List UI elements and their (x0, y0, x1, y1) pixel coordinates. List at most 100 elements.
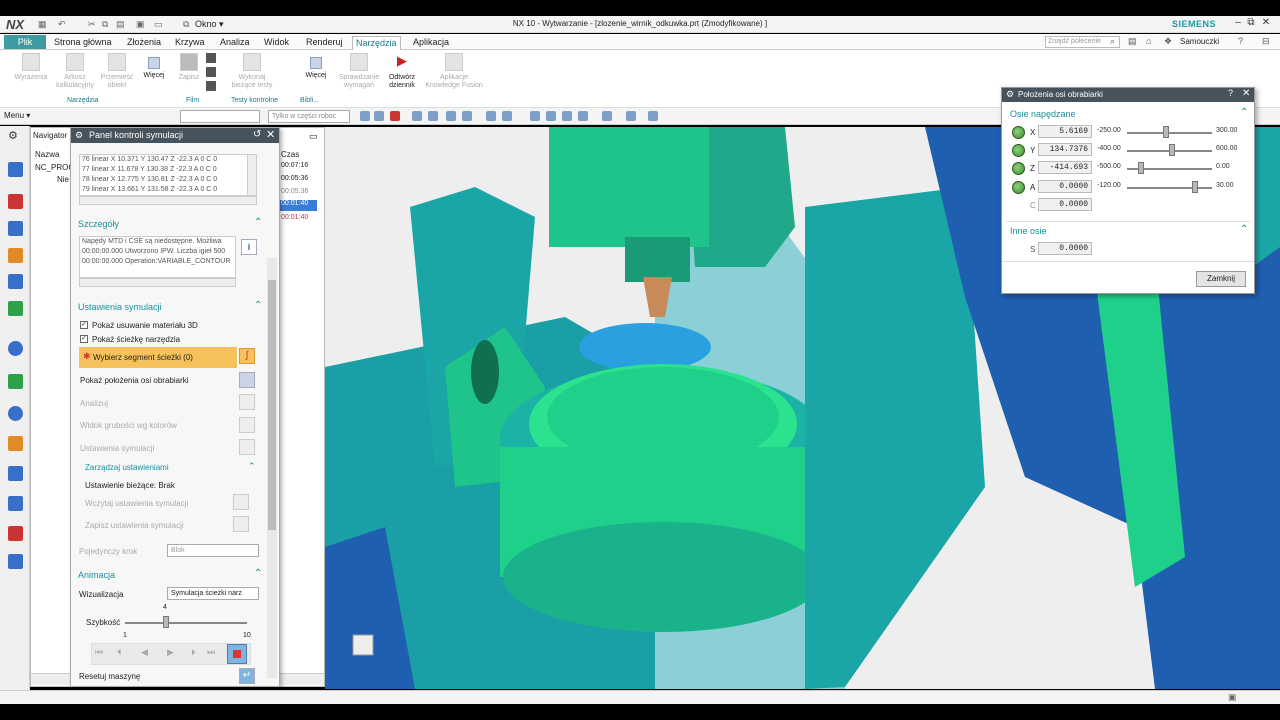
system-scene-icon[interactable] (8, 496, 23, 511)
close-button[interactable]: Zamknij (1196, 271, 1246, 287)
gear-icon[interactable]: ⚙ (1006, 89, 1014, 100)
knowledge-fusion-button[interactable]: Aplikacje Knowledge Fusion (422, 53, 486, 90)
layer-icon[interactable] (648, 111, 658, 121)
command-search-input[interactable]: Znajdź polecenie (1045, 36, 1120, 48)
point-icon[interactable] (412, 111, 422, 121)
close-icon[interactable]: ✕ (1242, 88, 1250, 99)
analyze-icon[interactable] (239, 394, 255, 410)
tutorials-link[interactable]: Samouczki (1180, 37, 1219, 46)
show-removal-checkbox[interactable]: ✓ (80, 321, 88, 329)
details-log[interactable]: Napędy MTD i CSE są niedostępne. Możliwa… (79, 236, 236, 278)
axis-x-value[interactable]: 5.6169 (1038, 125, 1092, 138)
palette-icon[interactable] (8, 526, 23, 541)
visualization-select[interactable]: Symulacja ścieżki narz (167, 587, 259, 600)
step-back-icon[interactable]: ⏴ (117, 647, 122, 658)
collapse-icon[interactable]: ⌃ (248, 461, 256, 472)
assembly-navigator-icon[interactable] (8, 194, 23, 209)
stop-button[interactable] (227, 644, 247, 664)
axis-y-slider-thumb[interactable] (1169, 144, 1176, 156)
path-line[interactable]: 78 linear X 12.775 Y 130.81 Z -22.3 A 0 … (82, 175, 256, 185)
load-settings-icon[interactable] (233, 494, 249, 510)
close-icon[interactable]: ✕ (266, 128, 275, 141)
path-listing[interactable]: 76 linear X 10.371 Y 130.47 Z -22.3 A 0 … (79, 154, 257, 196)
tab-render[interactable]: Renderuj (303, 36, 346, 50)
reuse-library-icon[interactable] (8, 274, 23, 289)
snap-point-icon[interactable] (374, 111, 384, 121)
axis-z-slider-thumb[interactable] (1138, 162, 1145, 174)
navigator-item[interactable]: Nie (57, 175, 69, 184)
play-reverse-icon[interactable]: ◀ (141, 647, 148, 658)
gear-icon[interactable]: ⚙ (8, 129, 23, 144)
step-forward-icon[interactable]: ⏵ (191, 647, 196, 658)
details-section-title[interactable]: Szczegóły (78, 219, 119, 229)
zoom-icon[interactable] (546, 111, 556, 121)
machine-axes-icon[interactable] (239, 372, 255, 388)
select-feature-icon[interactable] (390, 111, 400, 121)
tutorial-icon[interactable]: ❖ (1164, 36, 1172, 47)
constraint-navigator-icon[interactable] (8, 221, 23, 236)
sim-panel-scrollbar[interactable] (267, 258, 277, 678)
view-orient-icon[interactable] (626, 111, 636, 121)
collapse-icon[interactable]: ⌃ (1240, 107, 1248, 118)
move-object-button[interactable]: Przemieść obiekt (96, 53, 138, 90)
axis-a-value[interactable]: 0.0000 (1038, 180, 1092, 193)
show-path-checkbox[interactable]: ✓ (80, 335, 88, 343)
fit-view-icon[interactable] (530, 111, 540, 121)
path-list-vscrollbar[interactable] (247, 154, 257, 196)
axis-c-value[interactable]: 0.0000 (1038, 198, 1092, 211)
expressions-button[interactable]: Wyrażenia (10, 53, 52, 82)
film-pause-icon[interactable] (206, 53, 216, 63)
reset-dialog-icon[interactable]: ↺ (253, 129, 261, 140)
sim-settings-section-title[interactable]: Ustawienia symulacji (78, 302, 162, 312)
speed-slider-track[interactable] (125, 622, 247, 624)
info-window-icon[interactable] (8, 554, 23, 569)
snap-icon[interactable] (360, 111, 370, 121)
thickness-icon[interactable] (239, 417, 255, 433)
reset-machine-button[interactable]: ↵ (239, 668, 255, 684)
hd3d-icon[interactable] (8, 301, 23, 316)
manufacturing-wizard-icon[interactable] (8, 436, 23, 451)
file-menu[interactable]: Plik (4, 35, 46, 49)
box-select-icon[interactable] (462, 111, 472, 121)
operation-navigator-icon[interactable] (8, 162, 23, 177)
tab-analysis[interactable]: Analiza (217, 36, 253, 50)
single-step-select[interactable]: Blok (167, 544, 259, 557)
run-tests-button[interactable]: Wykonaj bieżące testy (231, 53, 273, 90)
driven-axes-title[interactable]: Osie napędzane (1010, 109, 1076, 119)
home-icon[interactable]: ⌂ (1146, 36, 1151, 46)
axis-s-value[interactable]: 0.0000 (1038, 242, 1092, 255)
render-style-icon[interactable] (602, 111, 612, 121)
tab-assemblies[interactable]: Złożenia (124, 36, 164, 50)
skip-end-icon[interactable]: ⏭ (207, 647, 215, 658)
time-cell-selected[interactable]: 00:01:40 (279, 200, 317, 211)
path-line[interactable]: 79 linear X 13.661 Y 131.58 Z -22.3 A 0 … (82, 185, 256, 195)
record-button[interactable]: Zapisz (168, 53, 210, 82)
selection-scope-select[interactable]: Tylko w części roboc (268, 110, 350, 123)
maximize-icon[interactable]: ▭ (309, 131, 318, 142)
axis-y-value[interactable]: 134.7376 (1038, 143, 1092, 156)
collapse-icon[interactable]: ⌃ (254, 217, 262, 228)
settings-icon[interactable]: ▤ (1128, 36, 1137, 47)
tab-tools[interactable]: Narzędzia (352, 36, 401, 50)
save-settings-icon[interactable] (233, 516, 249, 532)
search-icon[interactable]: ⌕ (1110, 36, 1115, 47)
endpoint-icon[interactable] (428, 111, 438, 121)
replay-journal-button[interactable]: ▶ Odtwórz dziennik (381, 53, 423, 90)
roles-icon[interactable] (8, 466, 23, 481)
tab-view[interactable]: Widok (261, 36, 292, 50)
speed-slider-thumb[interactable] (162, 616, 169, 628)
spreadsheet-button[interactable]: Arkusz kalkulacyjny (54, 53, 96, 90)
gear-icon[interactable]: ⚙ (75, 130, 83, 141)
axis-z-value[interactable]: -414.693 (1038, 161, 1092, 174)
tab-curve[interactable]: Krzywa (172, 36, 208, 50)
axis-a-slider-track[interactable] (1127, 187, 1212, 189)
film-stop-icon[interactable] (206, 67, 216, 77)
more-library-button[interactable]: Więcej (296, 53, 336, 80)
axis-x-slider-track[interactable] (1127, 132, 1212, 134)
program-root[interactable]: NC_PROG (35, 163, 75, 172)
collapse-icon[interactable]: ⌃ (254, 300, 262, 311)
path-line[interactable]: 77 linear X 11.678 Y 130.38 Z -22.3 A 0 … (82, 165, 256, 175)
skip-start-icon[interactable]: ⏮ (95, 647, 103, 658)
cube-icon[interactable] (486, 111, 496, 121)
type-filter-select[interactable] (180, 110, 260, 123)
